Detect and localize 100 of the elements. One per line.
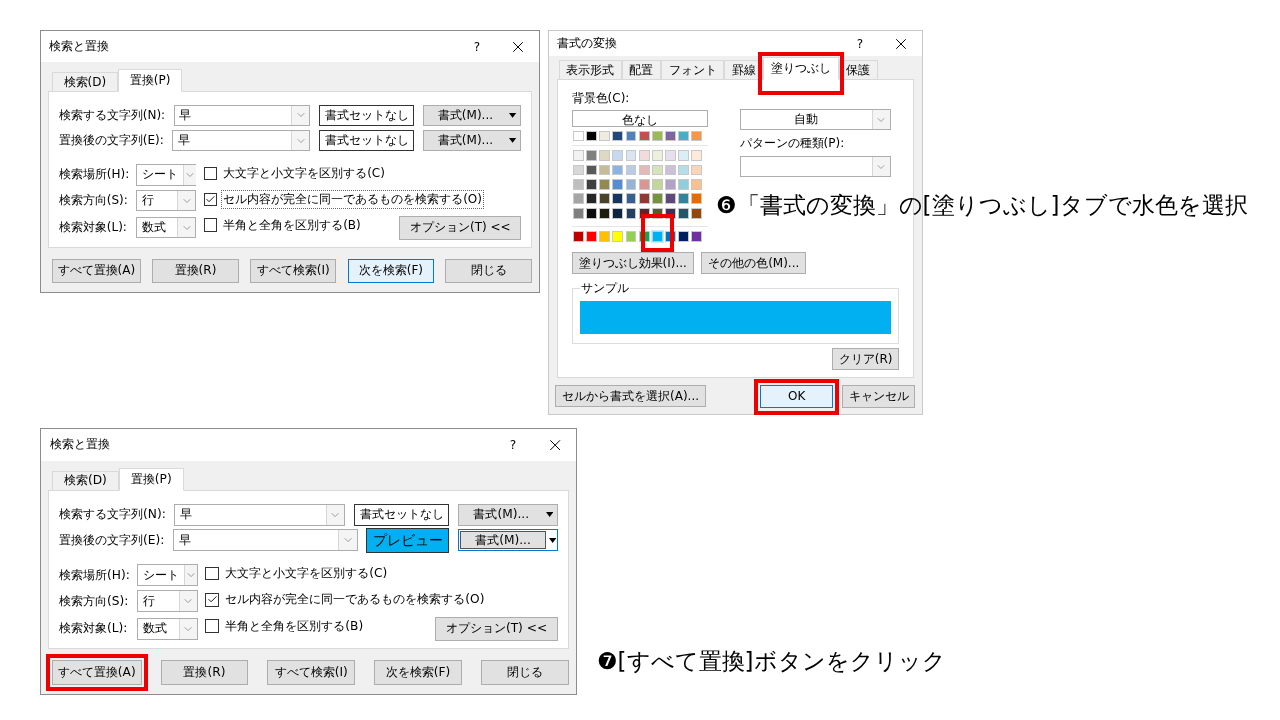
- color-swatch[interactable]: [678, 207, 690, 219]
- color-swatch[interactable]: [585, 150, 597, 161]
- options-button[interactable]: オプション(T) <<: [435, 616, 558, 641]
- pattern-color-dropdown[interactable]: 自動: [739, 108, 891, 131]
- dialog-button[interactable]: すべて検索(I): [249, 258, 337, 283]
- dialog-button[interactable]: 次を検索(F): [374, 660, 462, 685]
- checkbox[interactable]: [205, 566, 219, 581]
- color-swatch[interactable]: [665, 164, 676, 176]
- color-swatch[interactable]: [665, 193, 676, 205]
- color-swatch[interactable]: [638, 130, 650, 142]
- color-swatch[interactable]: [625, 178, 637, 190]
- dialog-button[interactable]: 置換(R): [160, 660, 249, 685]
- color-swatch[interactable]: [612, 164, 624, 176]
- text-combo-field[interactable]: 早: [173, 104, 311, 127]
- pick-from-cell-button[interactable]: セルから書式を選択(A)...: [555, 385, 706, 407]
- color-swatch[interactable]: [612, 193, 624, 205]
- color-swatch[interactable]: [638, 178, 650, 190]
- dialog-tab[interactable]: 表示形式: [558, 60, 622, 80]
- color-swatch[interactable]: [625, 164, 637, 176]
- color-swatch[interactable]: [665, 130, 676, 142]
- dialog-button[interactable]: 次を検索(F): [347, 258, 435, 283]
- color-swatch[interactable]: [599, 178, 610, 190]
- color-swatch[interactable]: [625, 193, 637, 205]
- dialog-tab[interactable]: 塗りつぶし: [763, 57, 839, 80]
- color-swatch[interactable]: [599, 231, 610, 243]
- dropdown-field[interactable]: 行: [137, 590, 199, 613]
- color-swatch[interactable]: [625, 150, 637, 161]
- color-swatch[interactable]: [612, 231, 624, 243]
- color-swatch[interactable]: [651, 164, 663, 176]
- color-swatch[interactable]: [691, 193, 703, 205]
- color-swatch[interactable]: [612, 150, 624, 161]
- color-swatch[interactable]: [678, 193, 690, 205]
- color-swatch[interactable]: [572, 231, 584, 243]
- dropdown-field[interactable]: シート: [136, 163, 197, 186]
- dialog-tab[interactable]: 配置: [621, 60, 661, 80]
- dialog-button[interactable]: すべて検索(I): [267, 660, 356, 685]
- dropdown-field[interactable]: 数式: [136, 216, 197, 239]
- color-swatch[interactable]: [678, 231, 690, 243]
- color-swatch[interactable]: [651, 130, 663, 142]
- color-swatch[interactable]: [585, 231, 597, 243]
- format-button[interactable]: 書式(M)...: [422, 104, 522, 127]
- dropdown-field[interactable]: シート: [137, 564, 199, 587]
- format-preview[interactable]: 書式セットなし: [318, 104, 415, 127]
- color-swatch[interactable]: [651, 150, 663, 161]
- color-swatch[interactable]: [599, 207, 610, 219]
- dialog-button[interactable]: すべて置換(A): [51, 258, 141, 283]
- format-button[interactable]: 書式(M)...: [457, 503, 558, 526]
- color-swatch[interactable]: [678, 150, 690, 161]
- color-swatch[interactable]: [585, 207, 597, 219]
- color-swatch[interactable]: [599, 130, 610, 142]
- dialog-tab[interactable]: フォント: [660, 60, 725, 80]
- color-swatch[interactable]: [691, 207, 703, 219]
- color-swatch[interactable]: [572, 193, 584, 205]
- color-swatch[interactable]: [572, 150, 584, 161]
- color-swatch[interactable]: [572, 207, 584, 219]
- color-swatch[interactable]: [651, 207, 663, 219]
- dialog-tab[interactable]: 罫線: [724, 60, 764, 80]
- dialog-tab[interactable]: 置換(P): [118, 69, 183, 92]
- color-swatch[interactable]: [585, 164, 597, 176]
- color-swatch[interactable]: [665, 231, 676, 243]
- dialog-button[interactable]: 閉じる: [480, 660, 569, 685]
- color-swatch[interactable]: [599, 150, 610, 161]
- checkbox[interactable]: [205, 593, 219, 607]
- color-swatch[interactable]: [638, 193, 650, 205]
- color-swatch[interactable]: [599, 193, 610, 205]
- color-swatch[interactable]: [678, 130, 690, 142]
- color-swatch[interactable]: [691, 130, 703, 142]
- color-swatch[interactable]: [612, 178, 624, 190]
- color-swatch[interactable]: [638, 231, 650, 243]
- color-swatch[interactable]: [665, 150, 676, 161]
- format-preview[interactable]: 書式セットなし: [318, 129, 415, 152]
- color-swatch[interactable]: [572, 130, 584, 142]
- dialog-tab[interactable]: 置換(P): [118, 467, 184, 491]
- color-swatch[interactable]: [665, 178, 676, 190]
- color-swatch[interactable]: [599, 164, 610, 176]
- dropdown-field[interactable]: 数式: [137, 617, 199, 640]
- help-button[interactable]: ?: [509, 437, 517, 452]
- format-preview[interactable]: 書式セットなし: [353, 503, 450, 526]
- dialog-button[interactable]: 閉じる: [445, 258, 532, 283]
- checkbox[interactable]: [203, 166, 217, 181]
- color-swatch[interactable]: [638, 164, 650, 176]
- format-button[interactable]: 書式(M)...: [422, 129, 522, 152]
- color-swatch[interactable]: [572, 164, 584, 176]
- dialog-button[interactable]: 置換(R): [152, 258, 239, 283]
- color-swatch[interactable]: [651, 193, 663, 205]
- color-swatch[interactable]: [691, 231, 703, 243]
- text-combo-field[interactable]: 早: [174, 503, 346, 526]
- color-swatch[interactable]: [585, 130, 597, 142]
- dialog-button[interactable]: キャンセル: [841, 384, 915, 408]
- text-combo-field[interactable]: 早: [172, 529, 358, 552]
- color-swatch[interactable]: [691, 164, 703, 176]
- options-button[interactable]: オプション(T) <<: [399, 215, 522, 240]
- checkbox[interactable]: [203, 218, 217, 232]
- color-swatch[interactable]: [638, 150, 650, 161]
- more-colors-button[interactable]: その他の色(M)...: [701, 252, 807, 275]
- dropdown-field[interactable]: 行: [136, 189, 197, 212]
- color-swatch[interactable]: [665, 207, 676, 219]
- color-swatch[interactable]: [625, 207, 637, 219]
- color-swatch[interactable]: [651, 231, 663, 243]
- color-swatch[interactable]: [691, 150, 703, 161]
